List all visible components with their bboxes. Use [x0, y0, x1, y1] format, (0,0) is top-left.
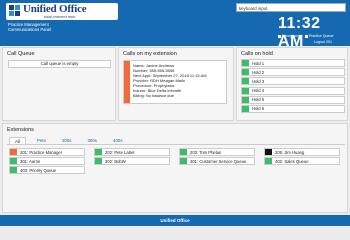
extension-column: 201: Practice Manager 301: Aaron 403: Pr…: [9, 148, 85, 176]
checkbox-icon: [304, 34, 308, 38]
extension-status-indicator: [265, 158, 272, 165]
extension-status-indicator: [95, 158, 102, 165]
app-header: Unified Office total connect now Practic…: [0, 0, 350, 50]
hold-status-indicator: [242, 96, 249, 103]
hold-slot[interactable]: Hold 4: [241, 86, 345, 95]
extension-item[interactable]: 401: Customer Service Queue: [179, 157, 255, 166]
extension-status-indicator: [10, 167, 17, 174]
hold-list: Hold 1 Hold 2 Hold 3 Hold 4 Hold 5 Hold …: [241, 59, 345, 114]
extension-label: 201: Practice Manager: [20, 149, 63, 155]
call-queue-empty-message: Call queue is empty: [8, 60, 111, 68]
checkbox-icon: [278, 34, 281, 38]
extension-label: 402: Sales Queue: [275, 158, 309, 164]
extension-label: 202: Pete Labet: [105, 149, 135, 155]
extension-item[interactable]: 205: Jim Huang: [264, 148, 340, 156]
extension-item[interactable]: 402: Sales Queue: [264, 157, 340, 166]
hold-slot-label: Hold 4: [252, 88, 265, 94]
extension-status-indicator: [180, 149, 187, 155]
tab-divider: [7, 144, 345, 145]
hold-slot[interactable]: Hold 6: [241, 104, 345, 113]
extension-label: 205: Jim Huang: [275, 149, 305, 155]
hold-status-indicator: [242, 60, 249, 66]
extension-item[interactable]: 201: Practice Manager: [9, 148, 85, 156]
hold-slot-label: Hold 2: [252, 69, 265, 75]
call-details: Name: Janine Andrews Number: 555-555-555…: [133, 63, 207, 99]
status-practice-queue[interactable]: Practice Queue: [304, 34, 334, 38]
extension-status-indicator: [265, 149, 272, 155]
logo-mark-icon: [9, 5, 20, 16]
hold-slot[interactable]: Hold 2: [241, 68, 345, 77]
extension-label: 401: Customer Service Queue: [190, 158, 247, 164]
clock: 11:32 AM: [278, 15, 321, 50]
extension-label: 203: Tom Phelan: [190, 149, 222, 155]
extension-status-indicator: [180, 158, 187, 165]
logo-tagline: total connect now: [44, 14, 76, 19]
status-receptionist-label: Receptionist: [282, 34, 302, 38]
keyboard-input-field[interactable]: keyboard input: [236, 3, 346, 12]
status-receptionist[interactable]: Receptionist: [278, 34, 302, 38]
hold-slot-label: Hold 6: [252, 106, 265, 112]
call-status-bar: [124, 61, 130, 103]
extension-item[interactable]: 302: BobW: [94, 157, 170, 166]
logout-link[interactable]: Logout 201: [314, 40, 332, 44]
extension-item[interactable]: 301: Aaron: [9, 157, 85, 166]
extension-status-indicator: [10, 149, 17, 155]
extensions-panel: Extensions All Pete 200s 300s 400s 201: …: [2, 123, 348, 213]
hold-slot-label: Hold 5: [252, 97, 265, 103]
extension-column: 202: Pete Labet 302: BobW: [94, 148, 170, 166]
hold-slot-label: Hold 1: [252, 60, 265, 66]
extension-status-indicator: [10, 158, 17, 165]
calls-on-extension-title: Calls on my extension: [123, 51, 177, 57]
extension-item[interactable]: 203: Tom Phelan: [179, 148, 255, 156]
extension-column: 205: Jim Huang 402: Sales Queue: [264, 148, 340, 166]
extension-status-indicator: [95, 149, 102, 155]
hold-status-indicator: [242, 78, 249, 85]
hold-status-indicator: [242, 105, 249, 112]
header-subtitle-panel: Communications Panel: [8, 27, 52, 32]
extension-label: 403: Priority Queue: [20, 167, 57, 173]
extension-label: 301: Aaron: [20, 158, 41, 164]
extension-label: 302: BobW: [105, 158, 126, 164]
hold-status-indicator: [242, 69, 249, 76]
call-queue-title: Call Queue: [7, 51, 35, 57]
extension-item[interactable]: 202: Pete Labet: [94, 148, 170, 156]
hold-slot-label: Hold 3: [252, 78, 265, 84]
extensions-title: Extensions: [7, 127, 34, 133]
calls-on-extension-panel: Calls on my extension Name: Janine Andre…: [118, 47, 234, 121]
status-practice-queue-label: Practice Queue: [308, 34, 334, 38]
call-detail-billing: Billing: No balance due: [133, 93, 174, 99]
hold-status-indicator: [242, 87, 249, 94]
footer: Unified Office: [0, 215, 350, 226]
logo: Unified Office total connect now: [6, 3, 118, 20]
extension-column: 203: Tom Phelan 401: Customer Service Qu…: [179, 148, 255, 166]
call-queue-panel: Call Queue Call queue is empty: [2, 47, 116, 121]
extension-item[interactable]: 403: Priority Queue: [9, 166, 85, 175]
hold-slot[interactable]: Hold 1: [241, 59, 345, 67]
hold-slot[interactable]: Hold 5: [241, 95, 345, 104]
hold-slot[interactable]: Hold 3: [241, 77, 345, 86]
calls-on-hold-title: Calls on hold: [241, 51, 273, 57]
status-indicators: Receptionist Practice Queue: [278, 34, 334, 38]
active-call-card[interactable]: Name: Janine Andrews Number: 555-555-555…: [123, 60, 227, 104]
calls-on-hold-panel: Calls on hold Hold 1 Hold 2 Hold 3 Hold …: [236, 47, 348, 121]
